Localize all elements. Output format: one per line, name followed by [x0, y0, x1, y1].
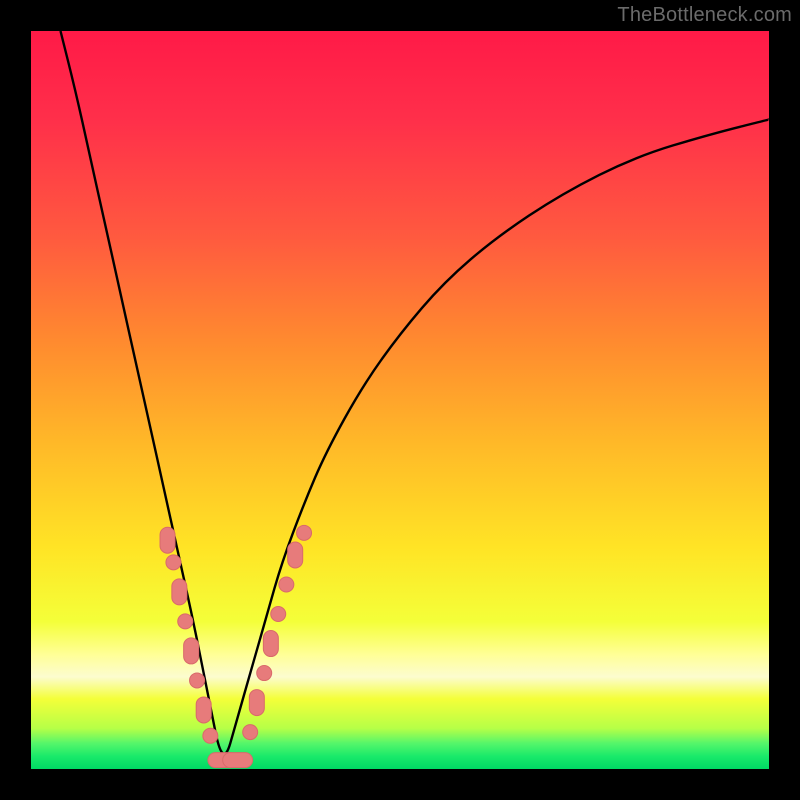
marker-dot — [257, 666, 272, 681]
marker-dot — [203, 728, 218, 743]
marker-dot — [271, 607, 286, 622]
marker-pill-v — [172, 579, 187, 605]
marker-pill-v — [184, 638, 199, 664]
marker-pill-v — [196, 697, 211, 723]
marker-pill-v — [263, 631, 278, 657]
marker-dot — [166, 555, 181, 570]
chart-stage: TheBottleneck.com — [0, 0, 800, 800]
marker-pill-v — [249, 690, 264, 716]
bottleneck-chart — [0, 0, 800, 800]
marker-dot — [243, 725, 258, 740]
marker-dot — [279, 577, 294, 592]
watermark-text: TheBottleneck.com — [617, 4, 792, 27]
marker-pill-h — [223, 753, 253, 768]
marker-pill-v — [288, 542, 303, 568]
marker-dot — [297, 525, 312, 540]
marker-dot — [178, 614, 193, 629]
marker-pill-v — [160, 527, 175, 553]
marker-dot — [190, 673, 205, 688]
plot-background — [31, 31, 769, 769]
